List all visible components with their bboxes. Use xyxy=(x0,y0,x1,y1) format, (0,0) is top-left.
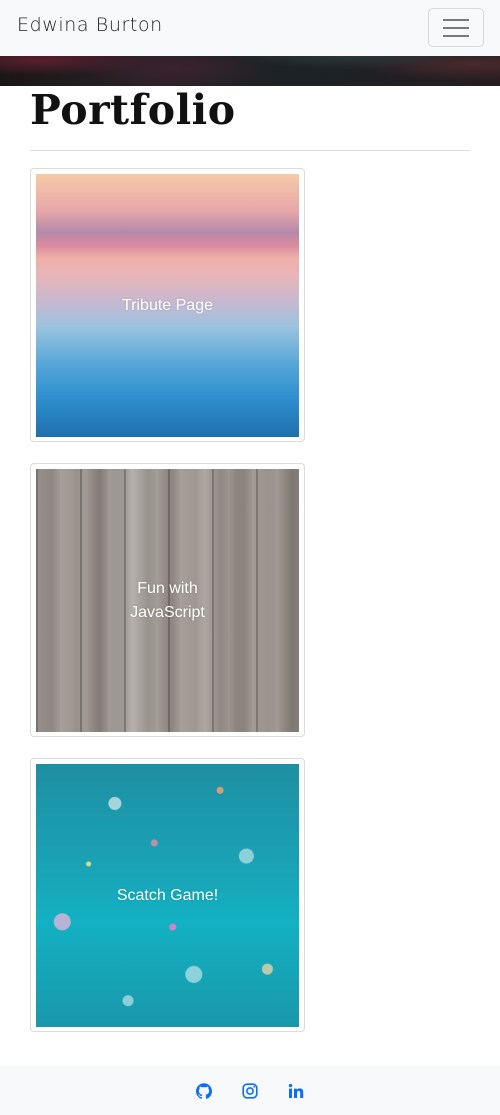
navbar: Edwina Burton xyxy=(0,0,500,56)
github-link[interactable] xyxy=(196,1083,212,1099)
project-card-fun-with-javascript[interactable]: Fun with JavaScript xyxy=(30,463,305,737)
project-card-scatch-game[interactable]: Scatch Game! xyxy=(30,758,305,1032)
project-thumbnail-wood: Fun with JavaScript xyxy=(36,469,299,732)
github-icon xyxy=(196,1083,212,1099)
footer xyxy=(0,1066,500,1115)
linkedin-link[interactable] xyxy=(288,1083,304,1099)
project-label: Tribute Page xyxy=(121,296,213,314)
instagram-icon xyxy=(242,1083,258,1099)
page-title: Portfolio xyxy=(30,86,236,134)
navbar-toggler-button[interactable] xyxy=(428,8,484,47)
project-label: Scatch Game! xyxy=(116,886,219,904)
project-thumbnail-sunset: Tribute Page xyxy=(36,174,299,437)
brand-link[interactable]: Edwina Burton xyxy=(17,14,163,36)
instagram-link[interactable] xyxy=(242,1083,258,1099)
project-thumbnail-confetti: Scatch Game! xyxy=(36,764,299,1027)
hamburger-icon xyxy=(443,19,469,37)
project-card-tribute-page[interactable]: Tribute Page xyxy=(30,168,305,442)
project-label: Fun with JavaScript xyxy=(130,579,205,621)
divider xyxy=(30,150,470,151)
portfolio-section: Portfolio Tribute Page Fun with JavaScri… xyxy=(0,86,500,1066)
linkedin-icon xyxy=(288,1083,304,1098)
